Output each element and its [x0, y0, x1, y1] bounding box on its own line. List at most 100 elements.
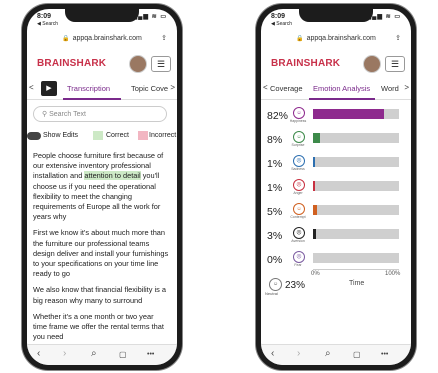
emotion-percent: 5%: [267, 206, 283, 218]
emotion-row-happiness: 82% ☺ Happiness: [261, 107, 411, 129]
brand-header: BRAINSHARK ☰: [261, 53, 411, 75]
emotion-bar-track: [313, 157, 399, 167]
transcription-screen: 8:09 ◀ Search ▂▄▆ ≋ ▭ 🔒 appqa.brainshark.…: [27, 9, 177, 365]
chevron-right-icon[interactable]: >: [402, 83, 409, 92]
tabs-button[interactable]: ▢: [353, 350, 361, 359]
tab-bar: < Coverage Emotion Analysis Word >: [261, 79, 411, 100]
more-button[interactable]: •••: [381, 351, 388, 358]
contempt-face-icon: ☺: [293, 203, 305, 215]
transcript-paragraph: First we know it's about much more than …: [33, 228, 169, 279]
transcript-text: People choose furniture first because of…: [33, 151, 169, 348]
emotion-label: Contempt: [290, 215, 306, 219]
highlighted-phrase[interactable]: attention to detail: [84, 171, 141, 181]
back-to-search-link[interactable]: ◀ Search: [271, 21, 292, 27]
show-edits-toggle[interactable]: [27, 132, 41, 140]
back-button[interactable]: ‹: [271, 348, 274, 359]
emotion-bar: [313, 109, 384, 119]
emotion-bar: [313, 181, 315, 191]
emotion-percent: 8%: [267, 134, 283, 146]
tab-transcription[interactable]: Transcription: [67, 84, 110, 93]
tab-word-cloud[interactable]: Word: [381, 84, 399, 93]
emotion-bar-track: [313, 181, 399, 191]
brainshark-logo[interactable]: BRAINSHARK: [271, 58, 340, 69]
emotion-bar-track: [313, 229, 399, 239]
incorrect-swatch: [138, 131, 148, 140]
active-tab-indicator: [63, 98, 121, 100]
back-button[interactable]: ‹: [37, 348, 40, 359]
lock-icon: 🔒: [62, 36, 70, 42]
menu-button[interactable]: ☰: [385, 56, 405, 72]
tab-topic-coverage[interactable]: Coverage: [270, 84, 303, 93]
emotion-bar-track: [313, 109, 399, 119]
emotion-percent: 82%: [267, 110, 289, 122]
emotion-percent: 1%: [267, 182, 283, 194]
aversion-face-icon: ☹: [293, 227, 305, 239]
active-tab-indicator: [309, 98, 375, 100]
emotion-row-anger: 1% ☹ Anger: [261, 179, 411, 201]
search-button[interactable]: ⌕: [91, 348, 97, 359]
play-icon[interactable]: ▶: [41, 81, 57, 96]
status-time: 8:09: [37, 13, 52, 20]
chevron-right-icon[interactable]: >: [168, 83, 175, 92]
emotion-row-sadness: 1% ☹ Sadness: [261, 155, 411, 177]
browser-toolbar: ‹ › ⌕ ▢ •••: [261, 344, 411, 365]
url-text: appqa.brainshark.com: [306, 35, 376, 42]
neutral-face-icon: ☺: [269, 278, 282, 291]
incorrect-label: Incorrect: [149, 132, 177, 139]
browser-toolbar: ‹ › ⌕ ▢ •••: [27, 344, 177, 365]
brainshark-logo[interactable]: BRAINSHARK: [37, 58, 106, 69]
tab-bar: < ▶ Transcription Topic Covera >: [27, 79, 177, 100]
search-button[interactable]: ⌕: [325, 348, 331, 359]
emotion-label: Happiness: [289, 119, 307, 123]
emotion-bar: [313, 157, 315, 167]
time-axis: [313, 269, 399, 270]
correct-label: Correct: [106, 132, 129, 139]
phone-right: 8:09 ◀ Search ▂▄▆ ≋ ▭ 🔒 appqa.brainshark.…: [256, 4, 416, 370]
x-tick-label: 100%: [385, 271, 401, 277]
search-input[interactable]: ⚲ Search Text: [33, 106, 167, 122]
emotion-row-surprise: 8% ☺ Surprise: [261, 131, 411, 153]
avatar[interactable]: [363, 55, 381, 73]
back-to-search-link[interactable]: ◀ Search: [37, 21, 58, 27]
emotion-label: Aversion: [291, 239, 305, 243]
chevron-left-icon[interactable]: <: [29, 83, 34, 92]
share-icon[interactable]: ⇪: [161, 32, 167, 46]
show-edits-label: Show Edits: [43, 132, 79, 139]
more-button[interactable]: •••: [147, 351, 154, 358]
chevron-left-icon[interactable]: <: [263, 83, 268, 92]
emotion-bar: [313, 133, 320, 143]
menu-button[interactable]: ☰: [151, 56, 171, 72]
phone-left: 8:09 ◀ Search ▂▄▆ ≋ ▭ 🔒 appqa.brainshark.…: [22, 4, 182, 370]
transcript-paragraph: We also know that financial flexibility …: [33, 285, 166, 305]
emotion-row-contempt: 5% ☺ Contempt: [261, 203, 411, 225]
status-time: 8:09: [271, 13, 286, 20]
tab-emotion-analysis[interactable]: Emotion Analysis: [313, 84, 370, 93]
share-icon[interactable]: ⇪: [395, 32, 401, 46]
x-tick-label: 0%: [311, 271, 320, 277]
surprise-face-icon: ☺: [293, 131, 305, 143]
emotion-bar-track: [313, 253, 399, 263]
forward-button[interactable]: ›: [63, 348, 66, 359]
avatar[interactable]: [129, 55, 147, 73]
forward-button[interactable]: ›: [297, 348, 300, 359]
emotion-bar: [313, 229, 316, 239]
x-axis-label: Time: [349, 280, 365, 287]
emotion-percent: 1%: [267, 158, 283, 170]
phone-notch: [65, 9, 139, 22]
url-bar[interactable]: 🔒 appqa.brainshark.com ⇪: [261, 32, 411, 46]
anger-face-icon: ☹: [293, 179, 305, 191]
emotion-label: Anger: [293, 191, 303, 195]
emotion-row-aversion: 3% ☹ Aversion: [261, 227, 411, 249]
emotion-label: Surprise: [291, 143, 305, 147]
happiness-face-icon: ☺: [293, 107, 305, 119]
neutral-label: Neutral: [265, 291, 278, 296]
search-placeholder: Search Text: [49, 111, 86, 118]
emotion-label: Sadness: [291, 167, 305, 171]
phone-notch: [299, 9, 373, 22]
emotion-label: Fear: [294, 263, 302, 267]
tabs-button[interactable]: ▢: [119, 350, 127, 359]
neutral-value: 23%: [285, 280, 306, 291]
sadness-face-icon: ☹: [293, 155, 305, 167]
brand-header: BRAINSHARK ☰: [27, 53, 177, 75]
url-bar[interactable]: 🔒 appqa.brainshark.com ⇪: [27, 32, 177, 46]
